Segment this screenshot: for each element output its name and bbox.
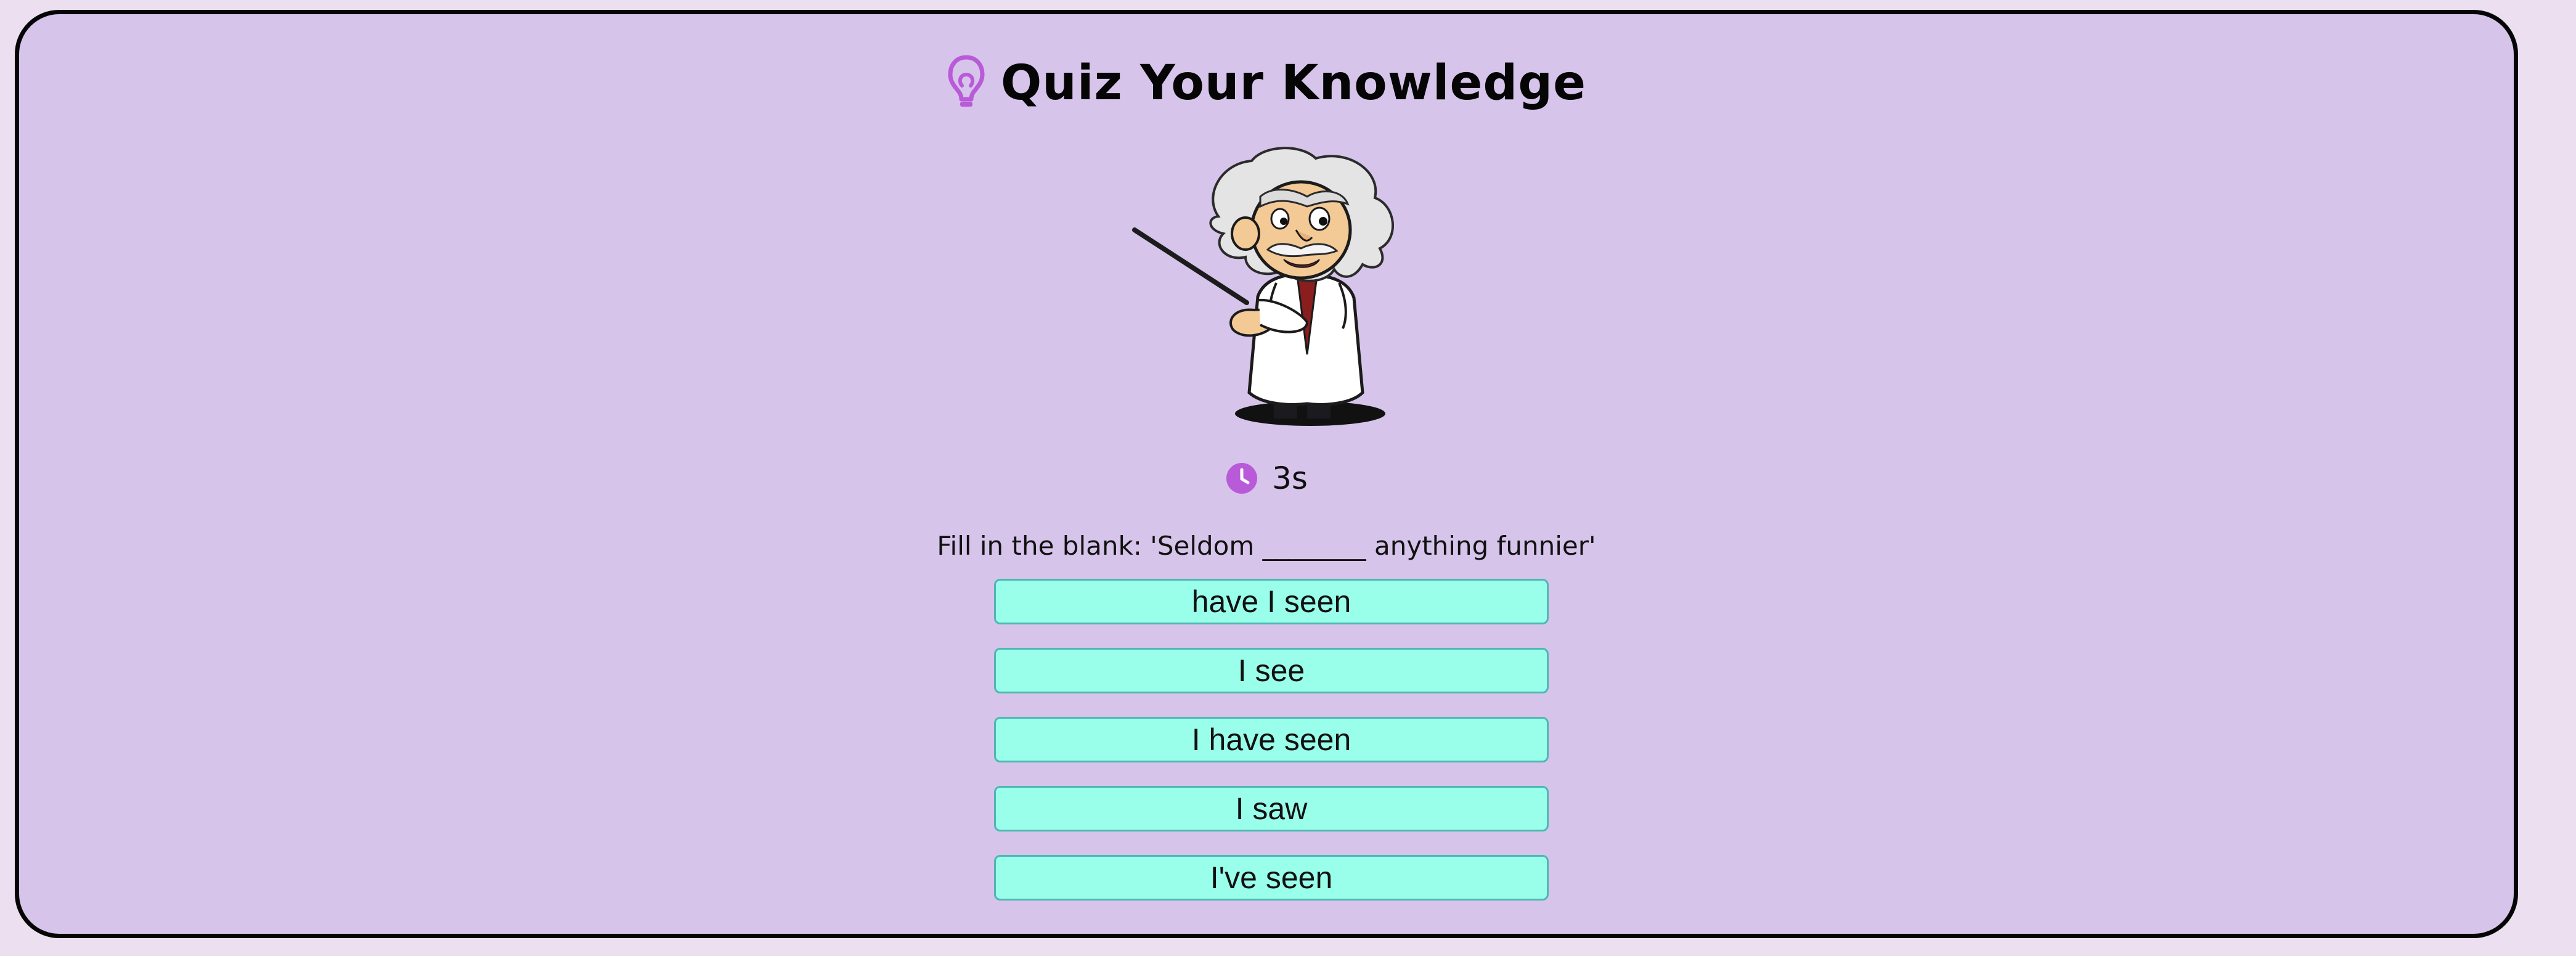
- title-row: Quiz Your Knowledge: [19, 54, 2514, 113]
- page-title: Quiz Your Knowledge: [1000, 55, 1586, 111]
- answer-button[interactable]: have I seen: [994, 579, 1549, 624]
- timer: 3s: [19, 460, 2514, 496]
- quiz-panel: Quiz Your Knowledge 3s Fill in the blank…: [15, 10, 2518, 938]
- answer-button[interactable]: I've seen: [994, 855, 1549, 901]
- answer-button[interactable]: I saw: [994, 786, 1549, 831]
- lightbulb-icon: [947, 54, 986, 113]
- clock-icon: [1225, 462, 1258, 495]
- question-text: Fill in the blank: 'Seldom ________ anyt…: [937, 531, 1596, 561]
- answer-button[interactable]: I see: [994, 648, 1549, 693]
- answer-list: have I seen I see I have seen I saw I've…: [994, 579, 1549, 924]
- timer-value: 3s: [1272, 460, 1308, 496]
- professor-mascot: [1122, 137, 1455, 439]
- answer-button[interactable]: I have seen: [994, 717, 1549, 762]
- quiz-content: Quiz Your Knowledge 3s Fill in the blank…: [19, 14, 2514, 934]
